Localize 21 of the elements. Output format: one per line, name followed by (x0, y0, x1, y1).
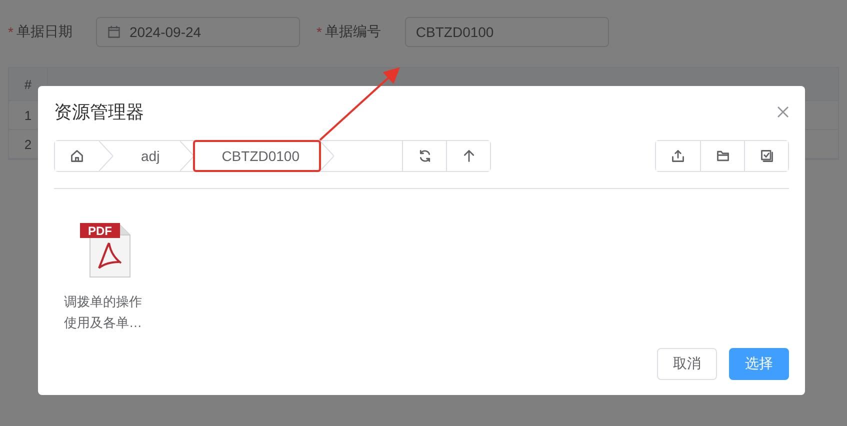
input-field[interactable]: CBTZD0100 (404, 17, 609, 47)
up-button[interactable] (446, 141, 490, 171)
home-icon (70, 149, 84, 163)
select-all-button[interactable] (744, 141, 788, 171)
required-mark: * (8, 24, 14, 40)
file-name[interactable]: 调拨单的操作使用及各单… (64, 291, 154, 333)
checkbox-stack-icon (760, 149, 774, 163)
required-mark: * (316, 24, 322, 40)
close-icon (777, 106, 789, 118)
refresh-icon (418, 149, 432, 163)
calendar-icon (107, 25, 122, 39)
folder-icon (716, 149, 730, 163)
breadcrumb-item[interactable]: CBTZD0100 (194, 141, 320, 171)
field-label: 单据编号 (324, 23, 382, 41)
input-field[interactable]: 2024-09-24 (96, 17, 300, 47)
dialog-title: 资源管理器 (54, 101, 144, 124)
close-button[interactable] (777, 106, 789, 118)
upload-icon (671, 149, 685, 163)
field-label: 单据日期 (16, 23, 74, 41)
cancel-button[interactable]: 取消 (657, 348, 717, 380)
up-arrow-icon (462, 149, 476, 163)
